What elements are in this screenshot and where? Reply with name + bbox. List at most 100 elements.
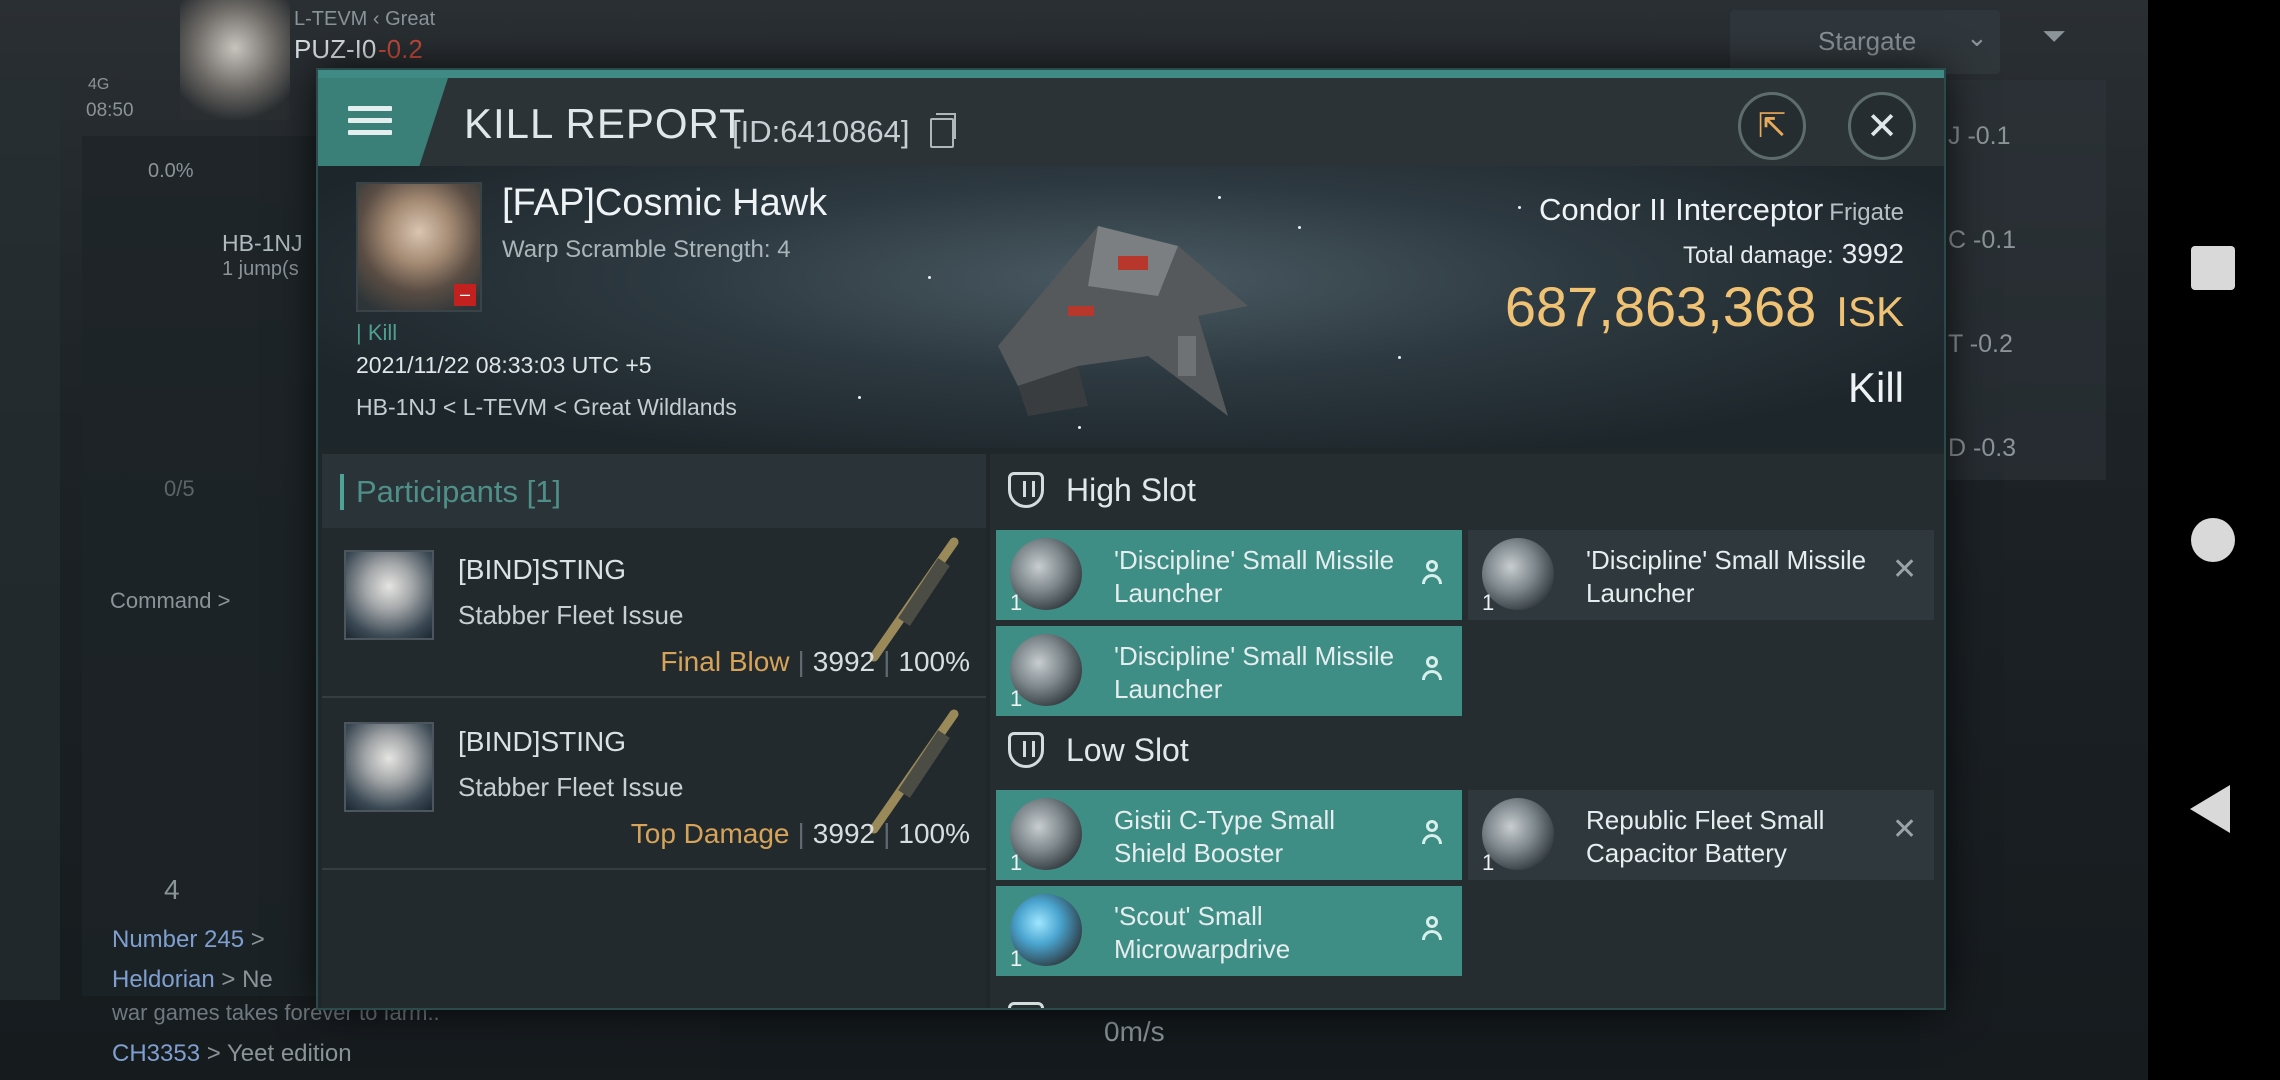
participant-stats: Top Damage | 3992 | 100% [630,818,970,849]
victim-name[interactable]: [FAP]Cosmic Hawk [502,182,827,225]
pilot-security: -0.2 [378,34,423,64]
close-icon: ✕ [1892,553,1918,586]
hamburger-icon [348,106,392,136]
people-count: 4 [164,874,180,905]
signal-indicator: 4G [88,76,110,93]
participants-label: Participants [1] [356,474,562,509]
pilot-icon [1420,656,1444,684]
module-quantity: 1 [1010,850,1023,875]
pilot-avatar[interactable] [180,0,290,120]
module-item[interactable]: 1 Republic Fleet Small Capacitor Battery… [1468,790,1934,880]
pilot-location-line: L-TEVM ‹ Great [294,8,436,30]
isk-value: 687,863,368 ISK [1504,275,1904,338]
pilot-system: PUZ-I0 [294,34,377,64]
copy-icon[interactable] [930,113,956,148]
nav-jumps: 1 jump(s [222,258,299,280]
participant-portrait[interactable] [344,722,434,812]
chat-line: Heldorian > Ne [112,966,273,993]
participant-stats: Final Blow | 3992 | 100% [660,646,970,677]
command-link[interactable]: Command > [110,588,230,614]
external-link-icon: ⇱ [1757,107,1787,145]
overview-row[interactable]: T -0.2 [1948,330,2013,359]
module-quantity: 1 [1482,590,1495,615]
module-name: 'Discipline' Small Missile Launcher [1586,545,1867,608]
ship-name[interactable]: Condor II Interceptor Frigate [1539,192,1904,228]
weapon-icon [869,709,959,834]
share-button[interactable]: ⇱ [1738,92,1806,160]
left-edge-panel [0,80,60,1000]
low-slot-header: Low Slot [990,714,1944,786]
dialog-header: KILL REPORT [ID:6410864] ⇱ ✕ [318,78,1944,166]
overview-row[interactable]: C -0.1 [1948,226,2016,255]
module-name: Republic Fleet Small Capacitor Battery [1586,805,1825,868]
participant-portrait[interactable] [344,550,434,640]
menu-button[interactable] [318,78,448,166]
participant-row[interactable]: [BIND]STING Stabber Fleet Issue Top Dama… [322,700,986,870]
filter-icon[interactable]: ⏷ [2042,20,2066,54]
speed-readout: 0m/s [1104,1016,1165,1047]
module-item[interactable]: 1 Gistii C-Type Small Shield Booster [996,790,1462,880]
chat-line: CH3353 > Yeet edition [112,1040,352,1067]
high-slot-header: High Slot [990,454,1944,526]
report-type: Kill [1847,364,1904,411]
module-quantity: 1 [1010,946,1023,971]
total-damage: Total damage: 3992 [1682,238,1904,269]
dialog-title: KILL REPORT [464,100,746,147]
warp-scramble-strength: Warp Scramble Strength: 4 [502,236,791,263]
mid-slot-icon [1008,1002,1044,1008]
module-name: 'Discipline' Small Missile Launcher [1114,641,1395,704]
nav-target[interactable]: HB-1NJ [222,230,303,257]
overview-row[interactable]: J -0.1 [1948,122,2011,151]
module-name: 'Scout' Small Microwarpdrive [1114,901,1291,964]
fleet-count: 0/5 [164,476,195,501]
participants-header: Participants [1] [322,454,986,528]
participants-panel: Participants [1] [BIND]STING Stabber Fle… [322,454,986,1008]
pilot-icon [1420,916,1444,944]
participant-row[interactable]: [BIND]STING Stabber Fleet Issue Final Bl… [322,528,986,698]
victim-banner: – [FAP]Cosmic Hawk Warp Scramble Strengt… [318,166,1944,448]
home-button[interactable] [2191,518,2235,562]
low-slot-label: Low Slot [1066,732,1189,768]
high-slot-icon [1008,472,1044,508]
participant-ship: Stabber Fleet Issue [458,772,684,802]
recents-button[interactable] [2191,246,2235,290]
high-slot-label: High Slot [1066,472,1196,508]
module-quantity: 1 [1010,686,1023,711]
cargo-percent: 0.0% [148,160,194,182]
weapon-icon [869,537,959,662]
ship-class: Frigate [1829,199,1904,226]
stargate-label: Stargate [1818,26,1917,56]
kill-report-dialog: KILL REPORT [ID:6410864] ⇱ ✕ – [FAP]Cosm… [318,70,1944,1008]
mid-slot-header [990,984,1944,1008]
module-item[interactable]: 1 'Discipline' Small Missile Launcher [996,626,1462,716]
overview-row[interactable]: D -0.3 [1948,434,2016,463]
module-item[interactable]: 1 'Scout' Small Microwarpdrive [996,886,1462,976]
module-quantity: 1 [1482,850,1495,875]
isk-unit: ISK [1836,288,1904,335]
participant-name: [BIND]STING [458,554,627,585]
pilot-icon [1420,560,1444,588]
low-slot-icon [1008,732,1044,768]
module-name: Gistii C-Type Small Shield Booster [1114,805,1336,868]
participant-ship: Stabber Fleet Issue [458,600,684,630]
back-button[interactable] [2190,785,2230,833]
module-name: 'Discipline' Small Missile Launcher [1114,545,1395,608]
kill-tag: | Kill [356,320,398,345]
report-id: [ID:6410864] [732,114,910,149]
module-item[interactable]: 1 'Discipline' Small Missile Launcher ✕ [1468,530,1934,620]
kill-location[interactable]: HB-1NJ < L-TEVM < Great Wildlands [356,394,737,421]
chat-line: Number 245 > [112,926,265,953]
close-button[interactable]: ✕ [1848,92,1916,160]
ship-image [998,226,1248,416]
chevron-down-icon[interactable]: ⌄ [1966,22,1988,53]
module-item[interactable]: 1 'Discipline' Small Missile Launcher [996,530,1462,620]
close-icon: ✕ [1866,105,1898,148]
module-quantity: 1 [1010,590,1023,615]
fitting-panel: High Slot 1 'Discipline' Small Missile L… [990,454,1944,1008]
kill-datetime: 2021/11/22 08:33:03 UTC +5 [356,352,652,378]
dialog-top-accent [318,70,1944,78]
close-icon: ✕ [1892,813,1918,846]
clock: 08:50 [86,100,134,121]
hostile-flag-icon: – [454,284,476,306]
participant-name: [BIND]STING [458,726,627,757]
